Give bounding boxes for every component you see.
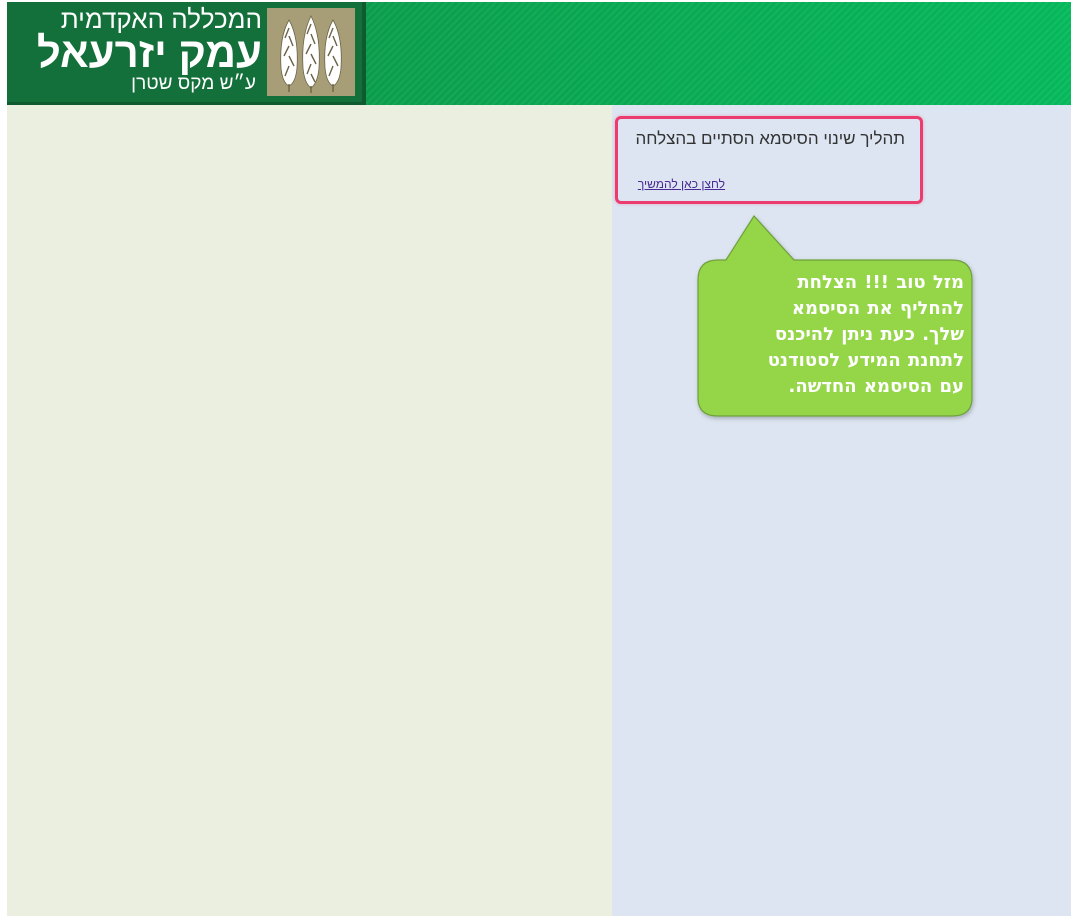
cypress-trees-icon [267,8,355,96]
success-message: תהליך שינוי הסיסמא הסתיים בהצלחה [635,129,905,148]
callout-line: שלך. כעת ניתן להיכנס [774,324,964,345]
college-logo[interactable]: המכללה האקדמית עמק יזרעאל ע״ש מקס שטרן [7,2,366,105]
left-pane [7,105,612,916]
header-banner: המכללה האקדמית עמק יזרעאל ע״ש מקס שטרן [7,2,1071,105]
callout-line: לתחנת המידע לסטודנט [767,350,964,371]
continue-link[interactable]: לחצן כאן להמשיך [638,177,725,191]
success-message-box: תהליך שינוי הסיסמא הסתיים בהצלחה לחצן כא… [615,116,923,204]
page: המכללה האקדמית עמק יזרעאל ע״ש מקס שטרן ת… [0,0,1071,916]
logo-text: המכללה האקדמית עמק יזרעאל ע״ש מקס שטרן [12,2,262,96]
callout-line: מזל טוב !!! הצלחת [797,272,964,293]
callout-line: להחליף את הסיסמא [791,298,964,319]
logo-line-name: עמק יזרעאל [36,29,262,76]
callout-text: מזל טוב !!! הצלחת להחליף את הסיסמא שלך. … [708,270,964,400]
callout-line: עם הסיסמא החדשה. [788,376,965,397]
